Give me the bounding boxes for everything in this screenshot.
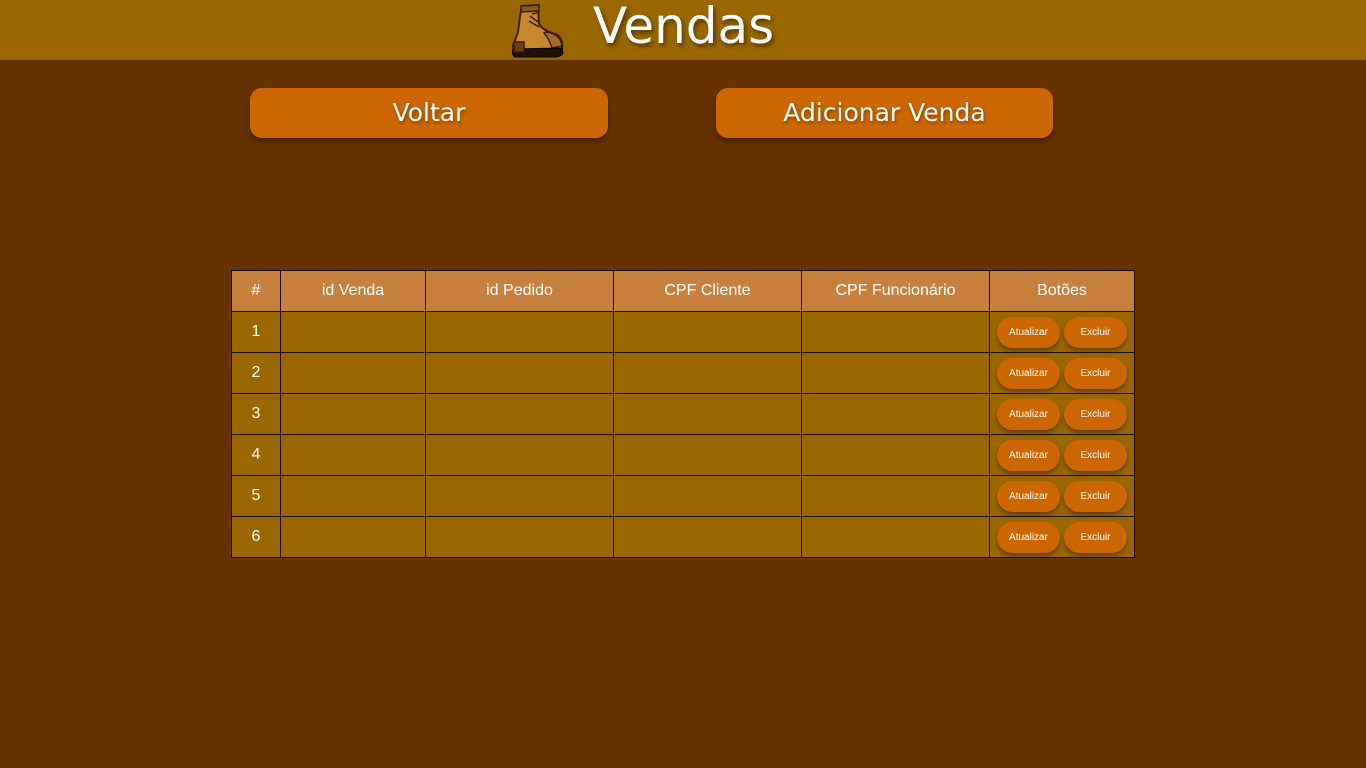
- table-row: 5 Atualizar Excluir: [231, 475, 1135, 517]
- row-number: 1: [231, 311, 281, 353]
- cell-buttons: Atualizar Excluir: [989, 475, 1135, 517]
- cell-id-venda: [280, 475, 426, 517]
- cell-id-pedido: [425, 352, 614, 394]
- table-row: 6 Atualizar Excluir: [231, 516, 1135, 558]
- cell-buttons: Atualizar Excluir: [989, 393, 1135, 435]
- cell-id-pedido: [425, 434, 614, 476]
- cell-cpf-cliente: [613, 475, 802, 517]
- column-header-id-pedido: id Pedido: [425, 270, 614, 312]
- back-button[interactable]: Voltar: [250, 88, 608, 138]
- cell-id-venda: [280, 434, 426, 476]
- table-header-row: # id Venda id Pedido CPF Cliente CPF Fun…: [231, 270, 1135, 312]
- cell-cpf-cliente: [613, 352, 802, 394]
- delete-button[interactable]: Excluir: [1064, 398, 1127, 430]
- cell-cpf-cliente: [613, 516, 802, 558]
- cell-id-pedido: [425, 393, 614, 435]
- cell-id-venda: [280, 393, 426, 435]
- cell-cpf-funcionario: [801, 434, 990, 476]
- column-header-number: #: [231, 270, 281, 312]
- row-number: 6: [231, 516, 281, 558]
- table-row: 3 Atualizar Excluir: [231, 393, 1135, 435]
- delete-button[interactable]: Excluir: [1064, 357, 1127, 389]
- column-header-botoes: Botões: [989, 270, 1135, 312]
- column-header-id-venda: id Venda: [280, 270, 426, 312]
- delete-button[interactable]: Excluir: [1064, 521, 1127, 553]
- boot-icon: [511, 3, 564, 58]
- update-button[interactable]: Atualizar: [997, 398, 1060, 430]
- column-header-cpf-cliente: CPF Cliente: [613, 270, 802, 312]
- table-row: 2 Atualizar Excluir: [231, 352, 1135, 394]
- cell-buttons: Atualizar Excluir: [989, 434, 1135, 476]
- delete-button[interactable]: Excluir: [1064, 480, 1127, 512]
- row-number: 5: [231, 475, 281, 517]
- delete-button[interactable]: Excluir: [1064, 316, 1127, 348]
- add-sale-button[interactable]: Adicionar Venda: [716, 88, 1053, 138]
- cell-id-pedido: [425, 516, 614, 558]
- cell-buttons: Atualizar Excluir: [989, 311, 1135, 353]
- table-row: 1 Atualizar Excluir: [231, 311, 1135, 353]
- cell-cpf-cliente: [613, 434, 802, 476]
- cell-id-pedido: [425, 311, 614, 353]
- column-header-cpf-funcionario: CPF Funcionário: [801, 270, 990, 312]
- cell-cpf-cliente: [613, 393, 802, 435]
- cell-cpf-funcionario: [801, 475, 990, 517]
- cell-cpf-funcionario: [801, 516, 990, 558]
- row-number: 2: [231, 352, 281, 394]
- cell-id-venda: [280, 311, 426, 353]
- cell-id-venda: [280, 516, 426, 558]
- update-button[interactable]: Atualizar: [997, 439, 1060, 471]
- cell-buttons: Atualizar Excluir: [989, 516, 1135, 558]
- header-bar: Vendas: [0, 0, 1366, 60]
- table-row: 4 Atualizar Excluir: [231, 434, 1135, 476]
- cell-id-venda: [280, 352, 426, 394]
- row-number: 3: [231, 393, 281, 435]
- update-button[interactable]: Atualizar: [997, 357, 1060, 389]
- row-number: 4: [231, 434, 281, 476]
- cell-cpf-funcionario: [801, 393, 990, 435]
- update-button[interactable]: Atualizar: [997, 480, 1060, 512]
- cell-cpf-cliente: [613, 311, 802, 353]
- cell-cpf-funcionario: [801, 352, 990, 394]
- update-button[interactable]: Atualizar: [997, 316, 1060, 348]
- cell-cpf-funcionario: [801, 311, 990, 353]
- sales-table: # id Venda id Pedido CPF Cliente CPF Fun…: [231, 270, 1135, 558]
- page-title: Vendas: [593, 0, 775, 55]
- cell-buttons: Atualizar Excluir: [989, 352, 1135, 394]
- cell-id-pedido: [425, 475, 614, 517]
- delete-button[interactable]: Excluir: [1064, 439, 1127, 471]
- update-button[interactable]: Atualizar: [997, 521, 1060, 553]
